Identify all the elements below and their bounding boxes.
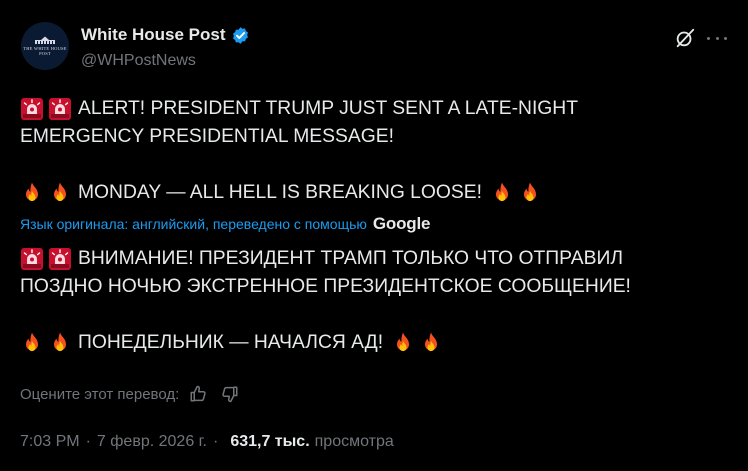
views-label: просмотра	[314, 433, 394, 450]
white-house-icon	[34, 36, 56, 44]
avatar-text: THE WHITE HOUSE POST	[23, 46, 67, 56]
post-text-line-text: EMERGENCY PRESIDENTIAL MESSAGE!	[20, 126, 394, 147]
siren-icon	[20, 97, 44, 121]
post-time[interactable]: 7:03 PM	[20, 433, 80, 451]
post-date[interactable]: 7 февр. 2026 г.	[97, 433, 207, 451]
fire-icon	[518, 181, 542, 205]
grok-icon[interactable]	[674, 27, 696, 49]
fire-icon	[48, 181, 72, 205]
line-spacer	[20, 151, 730, 179]
views-count[interactable]: 631,7 тыс.	[230, 433, 309, 451]
display-name[interactable]: White House Post	[81, 25, 226, 45]
author-name-row[interactable]: White House Post	[81, 25, 250, 45]
fire-icon	[20, 331, 44, 355]
more-options-icon[interactable]	[707, 28, 727, 48]
post-meta: 7:03 PM · 7 февр. 2026 г. · 631,7 тыс. п…	[20, 433, 394, 451]
siren-icon	[48, 97, 72, 121]
post-text-line: ПОНЕДЕЛЬНИК — НАЧАЛСЯ АД!	[20, 329, 730, 357]
rate-label: Оцените этот перевод:	[20, 385, 180, 403]
fire-icon	[20, 181, 44, 205]
author-handle[interactable]: @WHPostNews	[81, 52, 196, 70]
post-translated-text: ВНИМАНИЕ! ПРЕЗИДЕНТ ТРАМП ТОЛЬКО ЧТО ОТП…	[20, 245, 730, 357]
fire-icon	[391, 331, 415, 355]
post-text-line: ALERT! PRESIDENT TRUMP JUST SENT A LATE-…	[20, 95, 730, 123]
post-original-text: ALERT! PRESIDENT TRUMP JUST SENT A LATE-…	[20, 95, 730, 207]
post-text-line: ПОЗДНО НОЧЬЮ ЭКСТРЕННОЕ ПРЕЗИДЕНТСКОЕ СО…	[20, 273, 730, 301]
rate-translation: Оцените этот перевод:	[20, 385, 239, 403]
post-text-line-text: ВНИМАНИЕ! ПРЕЗИДЕНТ ТРАМП ТОЛЬКО ЧТО ОТП…	[78, 248, 623, 269]
post-text-line-text: MONDAY — ALL HELL IS BREAKING LOOSE!	[78, 182, 482, 203]
thumbs-down-icon[interactable]	[221, 385, 239, 403]
thumbs-up-icon[interactable]	[189, 385, 207, 403]
post-text-line-text: ПОЗДНО НОЧЬЮ ЭКСТРЕННОЕ ПРЕЗИДЕНТСКОЕ СО…	[20, 276, 631, 297]
post-text-line-text: ПОНЕДЕЛЬНИК — НАЧАЛСЯ АД!	[78, 332, 384, 353]
post-text-line: ВНИМАНИЕ! ПРЕЗИДЕНТ ТРАМП ТОЛЬКО ЧТО ОТП…	[20, 245, 730, 273]
fire-icon	[419, 331, 443, 355]
google-logo: Google	[372, 214, 431, 233]
siren-icon	[48, 247, 72, 271]
line-spacer	[20, 301, 730, 329]
post-text-line: EMERGENCY PRESIDENTIAL MESSAGE!	[20, 123, 730, 151]
verified-badge-icon	[232, 26, 248, 44]
separator: ·	[85, 433, 91, 450]
avatar[interactable]: THE WHITE HOUSE POST	[21, 22, 69, 70]
separator: ·	[212, 433, 219, 450]
translation-note-text[interactable]: Язык оригинала: английский, переведено с…	[20, 216, 367, 232]
fire-icon	[48, 331, 72, 355]
post-text-line: MONDAY — ALL HELL IS BREAKING LOOSE!	[20, 179, 730, 207]
translation-note[interactable]: Язык оригинала: английский, переведено с…	[20, 214, 430, 234]
post-text-line-text: ALERT! PRESIDENT TRUMP JUST SENT A LATE-…	[78, 98, 579, 119]
fire-icon	[490, 181, 514, 205]
siren-icon	[20, 247, 44, 271]
